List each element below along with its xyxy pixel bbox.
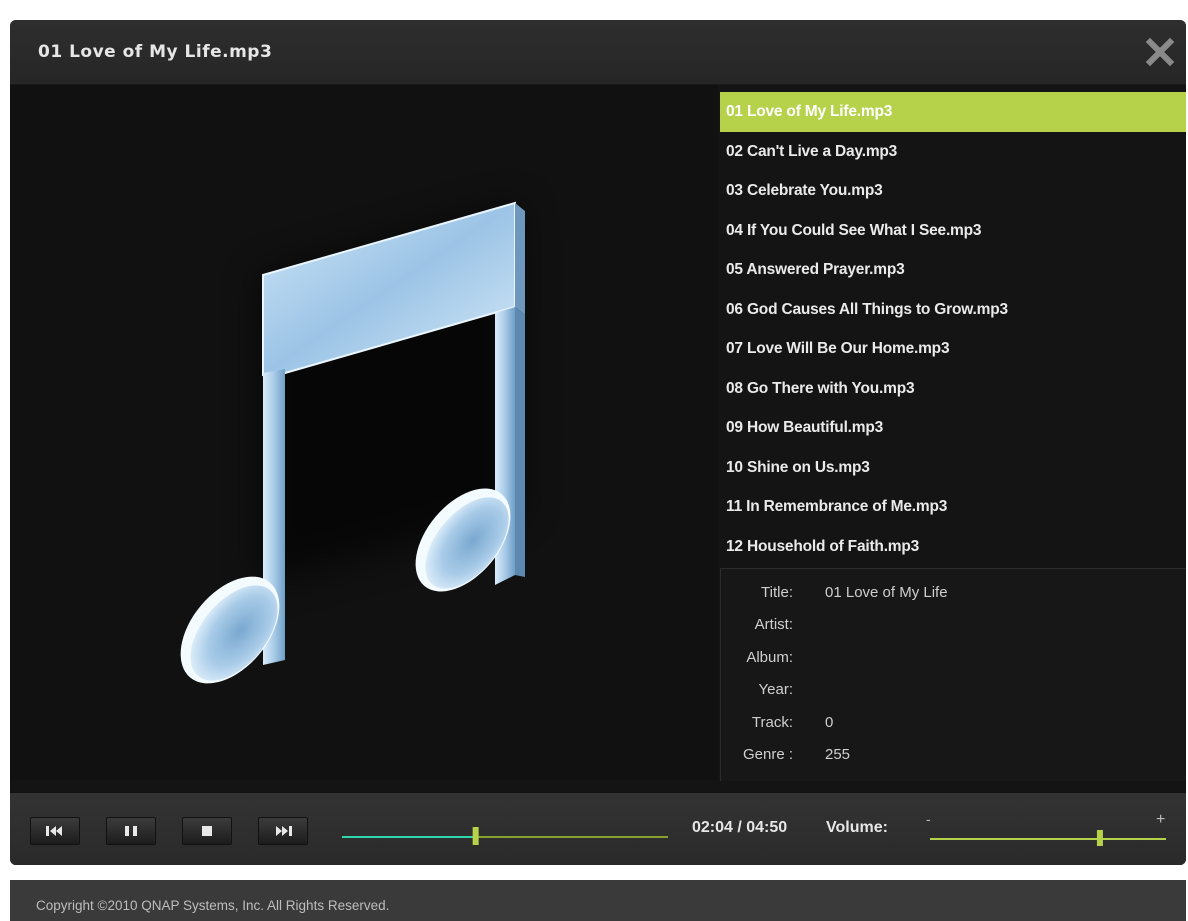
info-genre-label: Genre : [742, 746, 793, 763]
volume-slider[interactable] [928, 825, 1168, 849]
stop-button[interactable] [182, 817, 232, 845]
info-title-label: Title: [761, 584, 793, 601]
window-title: 01 Love of My Life.mp3 [38, 42, 273, 62]
playlist-item[interactable]: 09 How Beautiful.mp3 [720, 408, 1186, 448]
info-title-value: 01 Love of My Life [825, 584, 948, 601]
skip-previous-icon [46, 826, 62, 836]
info-genre-value: 255 [825, 746, 851, 763]
copyright-text: Copyright ©2010 QNAP Systems, Inc. All R… [36, 898, 390, 913]
playlist-item[interactable]: 11 In Remembrance of Me.mp3 [720, 487, 1186, 527]
playlist-item[interactable]: 12 Household of Faith.mp3 [720, 527, 1186, 567]
volume-label: Volume: [826, 819, 888, 836]
playlist-item[interactable]: 05 Answered Prayer.mp3 [720, 250, 1186, 290]
album-art [10, 85, 718, 780]
playlist-item[interactable]: 08 Go There with You.mp3 [720, 369, 1186, 409]
info-album-label: Album: [746, 649, 793, 666]
playlist-item[interactable]: 04 If You Could See What I See.mp3 [720, 211, 1186, 251]
playlist-item[interactable]: 03 Celebrate You.mp3 [720, 171, 1186, 211]
time-display: 02:04 / 04:50 [692, 819, 788, 836]
playlist-item[interactable]: 10 Shine on Us.mp3 [720, 448, 1186, 488]
pause-button[interactable] [106, 817, 156, 845]
stop-icon [202, 826, 212, 836]
skip-next-icon [276, 826, 292, 836]
music-note-icon [180, 201, 525, 684]
previous-button[interactable] [30, 817, 80, 845]
close-icon[interactable] [1142, 34, 1178, 70]
title-bar: 01 Love of My Life.mp3 [10, 20, 1186, 85]
media-player-window: 01 Love of My Life.mp3 01 Love of My Lif… [10, 20, 1186, 865]
playlist: 01 Love of My Life.mp3 02 Can't Live a D… [720, 92, 1186, 562]
next-button[interactable] [258, 817, 308, 845]
playlist-item[interactable]: 06 God Causes All Things to Grow.mp3 [720, 290, 1186, 330]
progress-slider[interactable] [340, 823, 670, 849]
info-track-label: Track: [751, 714, 793, 731]
info-track-value: 0 [825, 714, 834, 731]
playlist-item[interactable]: 02 Can't Live a Day.mp3 [720, 132, 1186, 172]
playlist-item[interactable]: 01 Love of My Life.mp3 [720, 92, 1186, 132]
volume-thumb[interactable] [1096, 830, 1103, 846]
playlist-item[interactable]: 07 Love Will Be Our Home.mp3 [720, 329, 1186, 369]
pause-icon [125, 826, 137, 836]
progress-thumb[interactable] [472, 827, 479, 845]
info-artist-label: Artist: [754, 616, 793, 633]
track-info-panel: Title: 01 Love of My Life Artist: Album:… [720, 568, 1186, 781]
info-year-label: Year: [758, 681, 793, 698]
footer: Copyright ©2010 QNAP Systems, Inc. All R… [10, 880, 1186, 921]
playback-controls: 02:04 / 04:50 Volume: - + [10, 792, 1186, 865]
